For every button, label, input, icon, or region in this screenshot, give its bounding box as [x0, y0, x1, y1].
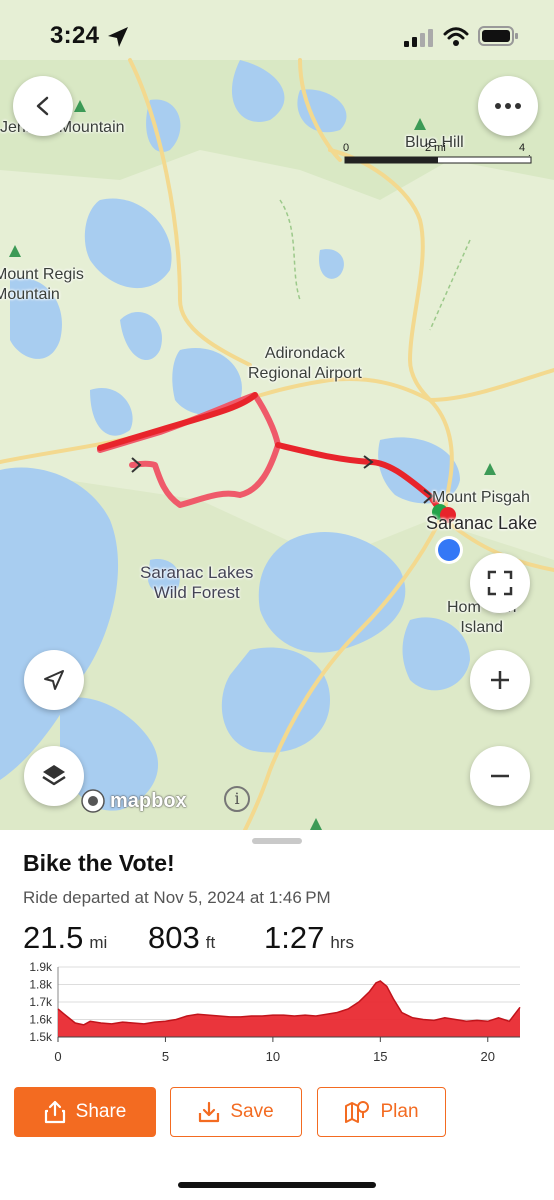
- layers-button[interactable]: [24, 746, 84, 806]
- label-saranac-lake: Saranac Lake: [426, 513, 538, 533]
- back-icon: [36, 96, 49, 116]
- time-unit: hrs: [330, 933, 354, 952]
- back-button[interactable]: [13, 76, 73, 136]
- more-icon: [495, 103, 521, 109]
- x-tick-label: 15: [373, 1049, 387, 1064]
- home-indicator: [178, 1182, 376, 1188]
- status-time: 3:24: [50, 22, 100, 49]
- info-icon[interactable]: i: [224, 786, 250, 812]
- share-label: Share: [75, 1101, 127, 1122]
- battery-icon: [478, 26, 518, 46]
- y-tick-label: 1.9k: [29, 960, 53, 974]
- distance-value: 21.5: [23, 920, 84, 955]
- save-button[interactable]: Save: [170, 1087, 302, 1137]
- plus-icon: [491, 671, 509, 689]
- share-button[interactable]: Share: [14, 1087, 156, 1137]
- sheet-drag-handle[interactable]: [252, 838, 302, 844]
- share-icon: [44, 1100, 65, 1124]
- minus-icon: [491, 774, 509, 778]
- elevation-area: [58, 981, 520, 1037]
- stat-distance: 21.5 mi: [23, 920, 107, 956]
- map-scale: 0 2 mi 4 mi: [343, 140, 533, 170]
- label-mount-regis: Mount Regis Mountain: [0, 266, 84, 303]
- status-bar: 3:24: [0, 0, 554, 70]
- location-arrow-icon: [44, 670, 64, 690]
- distance-unit: mi: [89, 933, 108, 952]
- x-tick-label: 5: [162, 1049, 169, 1064]
- zoom-in-button[interactable]: [470, 650, 530, 710]
- y-tick-label: 1.7k: [29, 995, 53, 1009]
- map-view[interactable]: Jenkins Mountain Blue Hill Mount Regis M…: [0, 0, 554, 830]
- plan-button[interactable]: Plan: [317, 1087, 446, 1137]
- mapbox-logo: mapbox: [80, 786, 187, 816]
- elevation-unit: ft: [205, 933, 216, 952]
- label-wild-forest: Saranac Lakes Wild Forest: [140, 563, 254, 602]
- ride-title: Bike the Vote!: [23, 850, 175, 876]
- more-button[interactable]: [478, 76, 538, 136]
- fullscreen-icon: [487, 570, 513, 596]
- y-tick-label: 1.5k: [29, 1030, 53, 1044]
- x-tick-label: 20: [481, 1049, 495, 1064]
- map-pin-icon: [345, 1101, 370, 1123]
- elevation-chart[interactable]: 1.9k 1.8k 1.7k 1.6k 1.5k0 5 10 15 20: [0, 955, 554, 1075]
- save-label: Save: [230, 1101, 274, 1122]
- x-tick-label: 10: [266, 1049, 280, 1064]
- save-icon: [199, 1101, 220, 1123]
- stat-moving-time: 1:27 hrs: [264, 920, 354, 956]
- wifi-icon: [443, 27, 469, 46]
- locate-button[interactable]: [24, 650, 84, 710]
- x-tick-label: 0: [54, 1049, 61, 1064]
- ride-subtitle: Ride departed at Nov 5, 2024 at 1:46 PM: [23, 888, 331, 907]
- elevation-value: 803: [148, 920, 200, 955]
- stat-elevation: 803 ft: [148, 920, 215, 956]
- plan-label: Plan: [380, 1101, 419, 1122]
- layers-icon: [42, 765, 66, 786]
- mapbox-mark-icon: [81, 789, 105, 813]
- label-airport: Adirondack Regional Airport: [248, 345, 362, 382]
- signal-icon: [404, 29, 433, 47]
- mapbox-wordmark: mapbox: [110, 789, 187, 812]
- y-tick-label: 1.8k: [29, 978, 53, 992]
- label-mount-pisgah: Mount Pisgah: [432, 489, 530, 506]
- fullscreen-button[interactable]: [470, 553, 530, 613]
- zoom-out-button[interactable]: [470, 746, 530, 806]
- location-services-icon: [108, 27, 128, 47]
- time-value: 1:27: [264, 920, 325, 955]
- y-tick-label: 1.6k: [29, 1013, 53, 1027]
